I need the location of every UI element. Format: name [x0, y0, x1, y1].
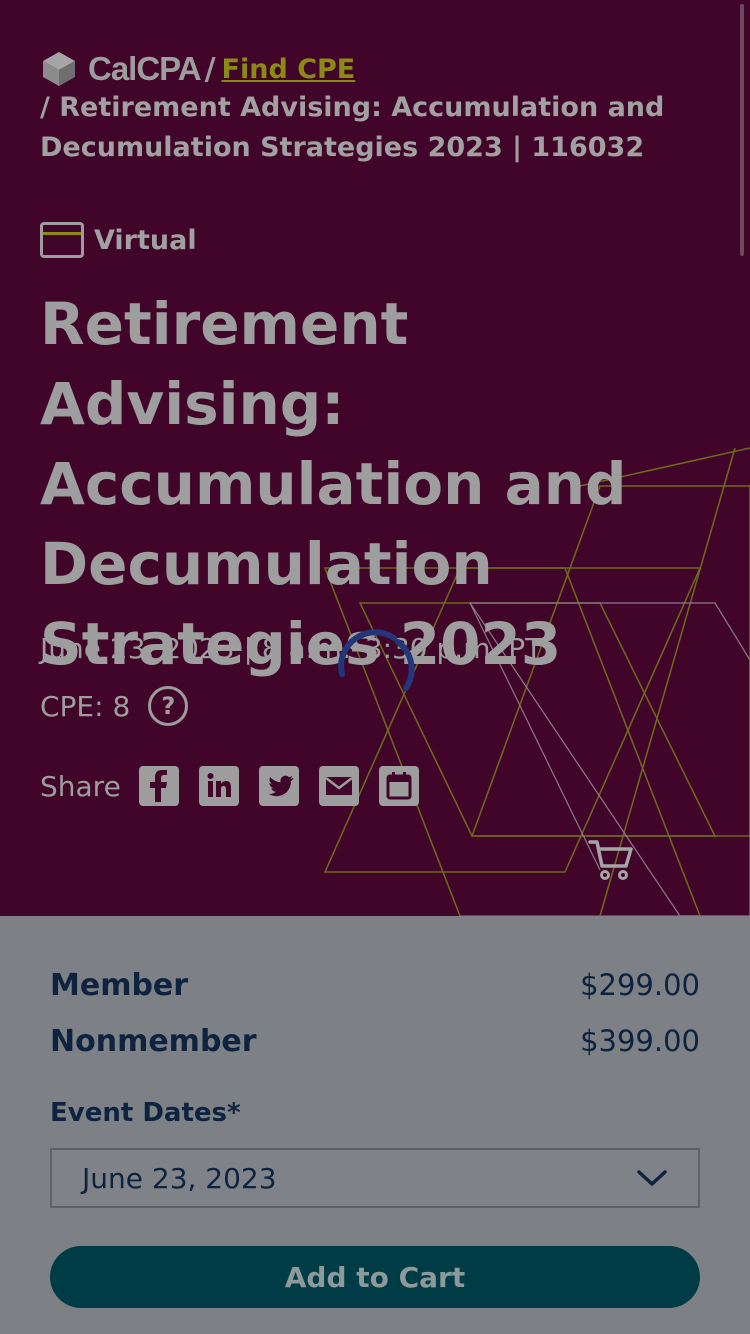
- event-date-select[interactable]: June 23, 2023: [50, 1148, 700, 1208]
- browser-window-icon: [40, 222, 84, 258]
- breadcrumb-separator: /: [204, 51, 216, 87]
- member-price: $299.00: [580, 968, 700, 1002]
- nonmember-label: Nonmember: [50, 1024, 257, 1059]
- event-hero: CalCPA / Find CPE / Retirement Advising:…: [0, 0, 750, 916]
- help-icon[interactable]: ?: [148, 686, 189, 726]
- cart-icon[interactable]: [588, 838, 634, 882]
- cpe-credits: CPE: 8 ?: [40, 686, 189, 726]
- nonmember-price: $399.00: [580, 1024, 700, 1058]
- price-row-nonmember: Nonmember $399.00: [50, 1024, 700, 1059]
- loading-spinner-icon: [338, 629, 415, 691]
- member-label: Member: [50, 968, 189, 1003]
- calcpa-logo-icon: [43, 52, 75, 86]
- share-label: Share: [40, 769, 121, 803]
- scrollbar[interactable]: [740, 4, 744, 256]
- selected-date: June 23, 2023: [82, 1161, 277, 1195]
- event-dates-label: Event Dates*: [50, 1098, 241, 1128]
- event-format: Virtual: [40, 222, 197, 258]
- registration-panel: Member $299.00 Nonmember $399.00 Event D…: [0, 916, 750, 1334]
- calendar-icon[interactable]: [378, 766, 419, 806]
- logo-text[interactable]: CalCPA: [88, 50, 202, 88]
- event-date-time: June 23, 2023 | 8 a.m.–3:30 p.m. PT: [40, 632, 543, 665]
- page-title: Retirement Advising: Accumulation and De…: [40, 290, 627, 678]
- chevron-down-icon: [637, 1170, 667, 1186]
- price-row-member: Member $299.00: [50, 968, 700, 1003]
- email-icon[interactable]: [318, 766, 359, 806]
- cpe-label: CPE: 8: [40, 689, 131, 723]
- twitter-icon[interactable]: [258, 766, 299, 806]
- breadcrumb: CalCPA / Find CPE / Retirement Advising:…: [40, 50, 700, 168]
- facebook-icon[interactable]: [138, 766, 179, 806]
- share-bar: Share: [40, 766, 439, 806]
- linkedin-icon[interactable]: [198, 766, 239, 806]
- format-label: Virtual: [94, 224, 197, 256]
- add-to-cart-button[interactable]: Add to Cart: [50, 1246, 700, 1308]
- breadcrumb-current: / Retirement Advising: Accumulation and …: [40, 92, 665, 163]
- find-cpe-link[interactable]: Find CPE: [222, 54, 356, 85]
